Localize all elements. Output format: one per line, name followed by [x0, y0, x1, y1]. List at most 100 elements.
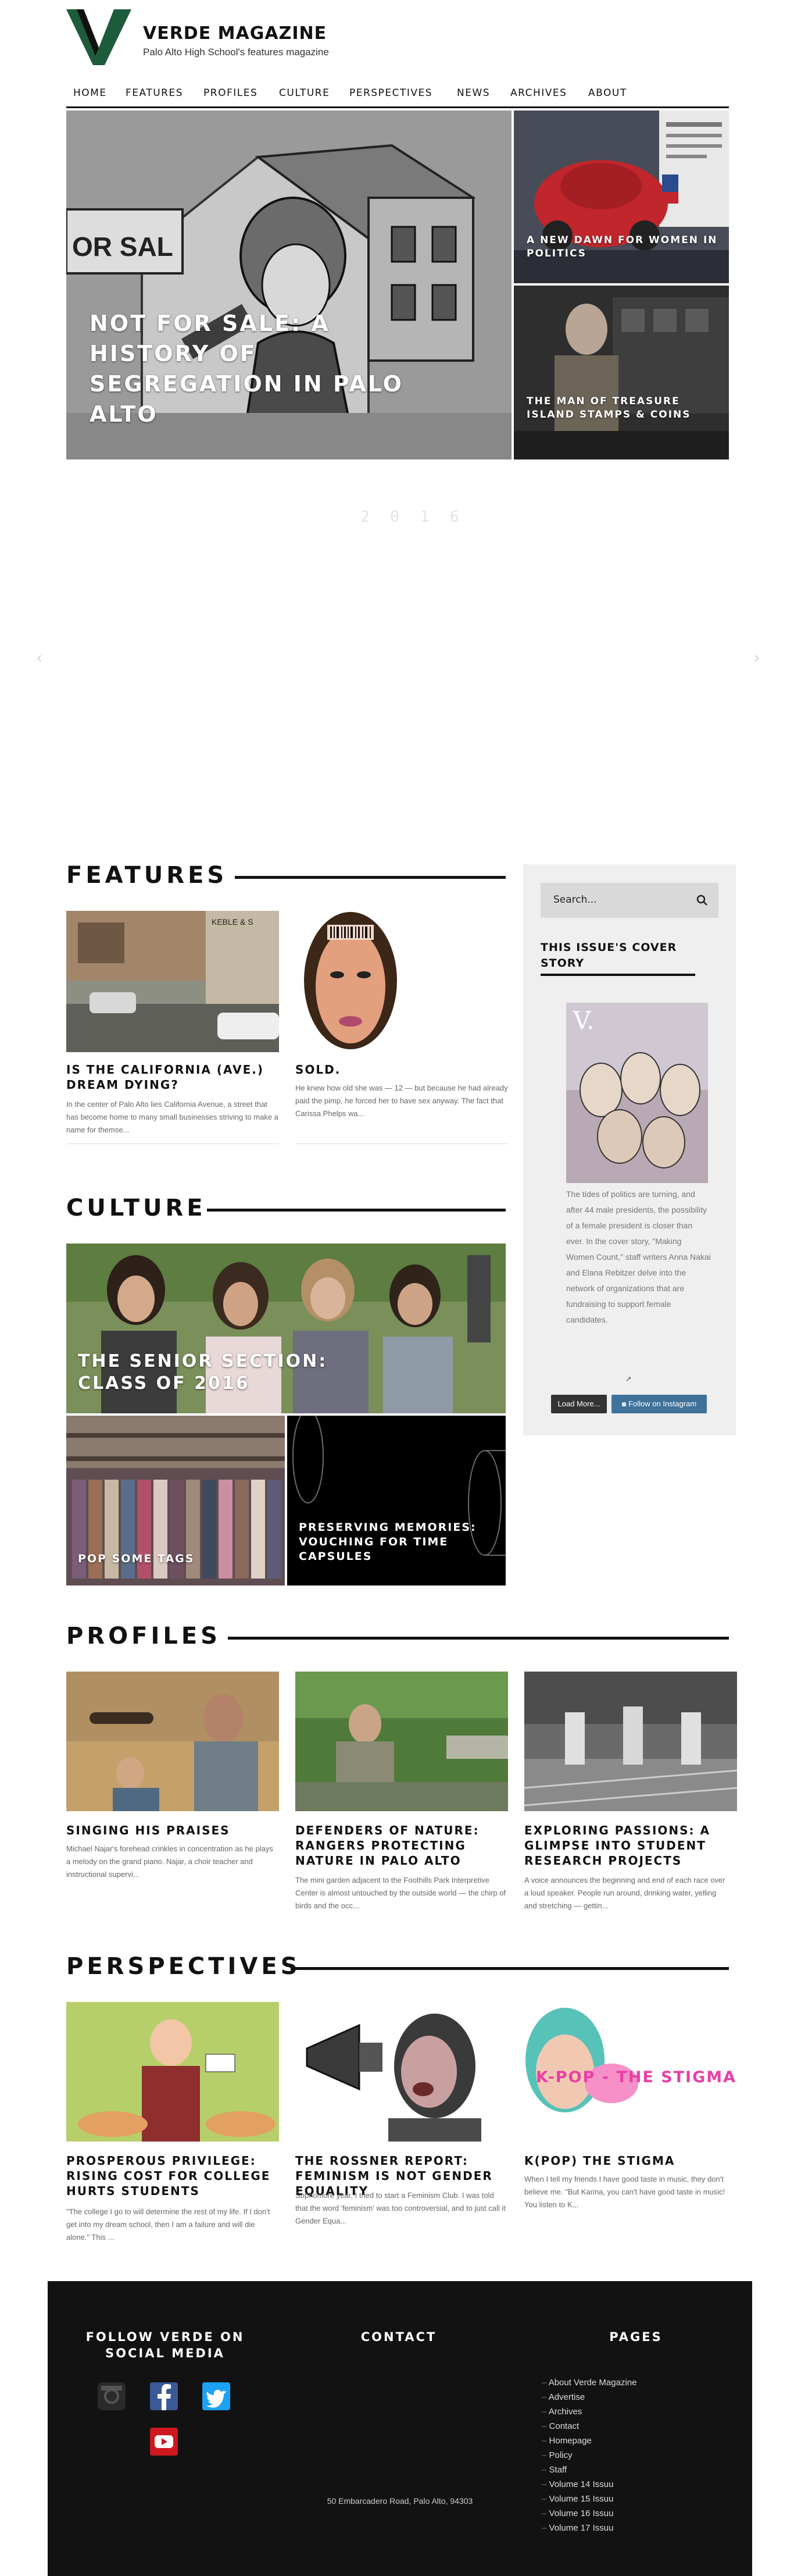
svg-text:KEBLE & S: KEBLE & S: [212, 917, 253, 927]
hero-main-story[interactable]: OR SAL NOT FOR SALE: A HISTORY OF SEGREG…: [66, 111, 512, 459]
cover-story-image[interactable]: V.: [566, 1003, 708, 1183]
nav-home[interactable]: HOME: [73, 87, 107, 99]
kpop-art-text: K-POP - THE STIGMA: [536, 2068, 737, 2086]
footer-contact-heading: CONTACT: [360, 2330, 437, 2344]
rossner-report-illustration: [295, 2002, 508, 2142]
culture-main-title[interactable]: THE SENIOR SECTION: CLASS OF 2016: [78, 1351, 403, 1395]
hero-side-story-2[interactable]: THE MAN OF TREASURE ISLAND STAMPS & COIN…: [514, 286, 729, 459]
culture-story-3-title[interactable]: PRESERVING MEMORIES: VOUCHING FOR TIME C…: [299, 1520, 496, 1564]
footer-pages-heading: PAGES: [609, 2330, 663, 2344]
perspective-2-thumbnail[interactable]: [295, 2002, 508, 2142]
hero-main-title[interactable]: NOT FOR SALE: A HISTORY OF SEGREGATION I…: [90, 308, 415, 429]
sold-illustration: [295, 911, 508, 1052]
california-ave-thumbnail[interactable]: KEBLE & S: [66, 911, 279, 1052]
footer-link-homepage[interactable]: Homepage: [542, 2436, 592, 2446]
load-more-button[interactable]: Load More...: [551, 1395, 607, 1413]
site-tagline: Palo Alto High School's features magazin…: [143, 47, 329, 58]
feature-2-title[interactable]: SOLD.: [295, 1062, 508, 1077]
perspective-3-excerpt: When I tell my friends I have good taste…: [524, 2175, 725, 2209]
footer-link-volume-16[interactable]: Volume 16 Issuu: [542, 2509, 614, 2518]
nav-perspectives[interactable]: PERSPECTIVES: [349, 87, 432, 99]
profile-3-title[interactable]: EXPLORING PASSIONS: A GLIMPSE INTO STUDE…: [524, 1823, 728, 1868]
footer-link-volume-15[interactable]: Volume 15 Issuu: [542, 2494, 614, 2504]
slider-ghost-text: 2 0 1 6: [360, 508, 465, 526]
follow-instagram-button[interactable]: ◙ Follow on Instagram: [611, 1395, 707, 1413]
singing-praises-photo: [66, 1672, 279, 1811]
facebook-icon[interactable]: [149, 2381, 179, 2411]
feature-2-divider: [295, 1143, 508, 1144]
perspective-2-excerpt: Sophomore year, I tried to start a Femin…: [295, 2191, 506, 2225]
hero-side-story-1[interactable]: A NEW DAWN FOR WOMEN IN POLITICS: [514, 111, 729, 283]
culture-story-2[interactable]: POP SOME TAGS: [66, 1416, 285, 1585]
sidebar: Search... THIS ISSUE'S COVER STORY V. Th…: [523, 864, 736, 1435]
site-footer: FOLLOW VERDE ON SOCIAL MEDIA CONTACT PAG…: [48, 2281, 752, 2576]
instagram-icon: ◙: [621, 1400, 627, 1408]
profile-2-excerpt: The mini garden adjacent to the Foothill…: [295, 1876, 506, 1910]
youtube-icon[interactable]: [149, 2427, 179, 2457]
cover-story-heading: THIS ISSUE'S COVER STORY: [541, 941, 677, 970]
footer-link-advertise[interactable]: Advertise: [542, 2392, 585, 2402]
site-title[interactable]: VERDE MAGAZINE: [143, 23, 327, 44]
feature-1-excerpt: In the center of Palo Alto lies Californ…: [66, 1100, 278, 1134]
profile-1-title[interactable]: SINGING HIS PRAISES: [66, 1823, 279, 1838]
features-heading[interactable]: FEATURES: [66, 862, 227, 889]
footer-link-volume-17[interactable]: Volume 17 Issuu: [542, 2523, 614, 2533]
cover-story-rule: [541, 974, 695, 976]
slider-next-arrow[interactable]: ›: [753, 648, 760, 667]
profile-2-title[interactable]: DEFENDERS OF NATURE: RANGERS PROTECTING …: [295, 1823, 508, 1868]
culture-heading[interactable]: CULTURE: [66, 1195, 206, 1221]
footer-link-policy[interactable]: Policy: [542, 2450, 573, 2460]
footer-link-volume-14[interactable]: Volume 14 Issuu: [542, 2479, 614, 2489]
footer-address: 50 Embarcadero Road, Palo Alto, 94303: [327, 2496, 473, 2506]
footer-link-staff[interactable]: Staff: [542, 2465, 567, 2475]
culture-rule: [207, 1209, 506, 1212]
profile-3-thumbnail[interactable]: [524, 1672, 737, 1811]
nav-profiles[interactable]: PROFILES: [203, 87, 257, 99]
nav-archives[interactable]: ARCHIVES: [510, 87, 567, 99]
nav-features[interactable]: FEATURES: [126, 87, 183, 99]
feature-2-excerpt: He knew how old she was — 12 — but becau…: [295, 1084, 508, 1118]
feature-1-title[interactable]: IS THE CALIFORNIA (AVE.) DREAM DYING?: [66, 1062, 279, 1092]
sold-thumbnail[interactable]: [295, 911, 508, 1052]
slider-prev-arrow[interactable]: ‹: [36, 648, 42, 667]
cursor-icon: ➚: [625, 1375, 632, 1384]
perspective-3-thumbnail[interactable]: K-POP - THE STIGMA: [524, 2002, 737, 2142]
search-placeholder: Search...: [553, 894, 597, 906]
perspectives-heading[interactable]: PERSPECTIVES: [66, 1953, 301, 1980]
search-input[interactable]: Search...: [541, 883, 718, 918]
footer-social-heading: FOLLOW VERDE ON SOCIAL MEDIA: [85, 2330, 245, 2360]
perspectives-rule: [291, 1967, 729, 1970]
twitter-icon[interactable]: [201, 2381, 231, 2411]
features-rule: [235, 876, 506, 879]
site-header: VERDE MAGAZINE Palo Alto High School's f…: [66, 9, 729, 67]
prosperous-privilege-illustration: [66, 2002, 279, 2142]
profile-3-excerpt: A voice announces the beginning and end …: [524, 1876, 725, 1910]
profiles-rule: [228, 1637, 729, 1640]
hero-side2-title[interactable]: THE MAN OF TREASURE ISLAND STAMPS & COIN…: [527, 395, 718, 422]
nav-news[interactable]: NEWS: [457, 87, 490, 99]
cover-letter: V.: [573, 1006, 595, 1035]
svg-text:OR SAL: OR SAL: [72, 231, 173, 262]
perspective-1-title[interactable]: PROSPEROUS PRIVILEGE: RISING COST FOR CO…: [66, 2153, 279, 2199]
research-projects-photo: [524, 1672, 737, 1811]
perspective-3-title[interactable]: K(POP) THE STIGMA: [524, 2153, 728, 2168]
footer-link-about[interactable]: About Verde Magazine: [542, 2378, 637, 2388]
profiles-heading[interactable]: PROFILES: [66, 1623, 221, 1649]
footer-link-contact[interactable]: Contact: [542, 2421, 580, 2431]
profile-2-thumbnail[interactable]: [295, 1672, 508, 1811]
culture-story-2-title[interactable]: POP SOME TAGS: [78, 1552, 276, 1566]
perspective-1-thumbnail[interactable]: [66, 2002, 279, 2142]
verde-logo[interactable]: [66, 9, 131, 65]
search-icon[interactable]: [696, 895, 708, 906]
profile-1-thumbnail[interactable]: [66, 1672, 279, 1811]
culture-main-story[interactable]: THE SENIOR SECTION: CLASS OF 2016: [66, 1244, 506, 1413]
instagram-icon[interactable]: [96, 2381, 127, 2411]
cover-story-description: The tides of politics are turning, and a…: [566, 1189, 711, 1324]
footer-link-archives[interactable]: Archives: [542, 2407, 582, 2417]
hero-side1-title[interactable]: A NEW DAWN FOR WOMEN IN POLITICS: [527, 234, 718, 261]
nav-about[interactable]: ABOUT: [588, 87, 627, 99]
profile-1-excerpt: Michael Najar's forehead crinkles in con…: [66, 1844, 273, 1879]
main-nav: HOME FEATURES PROFILES CULTURE PERSPECTI…: [66, 81, 729, 108]
culture-story-3[interactable]: PRESERVING MEMORIES: VOUCHING FOR TIME C…: [287, 1416, 506, 1585]
nav-culture[interactable]: CULTURE: [279, 87, 330, 99]
